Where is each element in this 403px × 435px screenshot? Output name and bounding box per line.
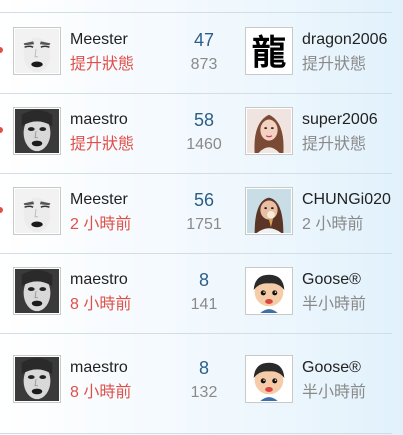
right-user-name[interactable]: CHUNGi020 — [302, 190, 391, 210]
face-dark-lips-avatar[interactable] — [13, 355, 61, 403]
face-dark-lips-avatar[interactable] — [13, 267, 61, 315]
thread-row: maestro 8 小時前 8 141 Goose® 半小時前 — [0, 253, 392, 334]
left-user-time: 8 小時前 — [70, 384, 132, 401]
left-user-name[interactable]: maestro — [70, 270, 128, 290]
left-user-name[interactable]: Meester — [70, 30, 128, 50]
left-user-name[interactable]: Meester — [70, 190, 128, 210]
reply-count: 8 — [198, 358, 209, 378]
left-user-name[interactable]: maestro — [70, 110, 128, 130]
right-user-time: 半小時前 — [302, 296, 367, 313]
right-user-name[interactable]: Goose® — [302, 358, 361, 378]
view-count: 1751 — [186, 216, 222, 233]
woman-photo-avatar[interactable] — [245, 107, 293, 155]
right-user-name[interactable]: dragon2006 — [302, 30, 387, 50]
row-marker — [0, 47, 3, 53]
view-count: 141 — [190, 296, 218, 313]
thread-row: maestro 提升狀態 58 1460 super2006 提升狀態 — [0, 93, 392, 174]
right-user-time: 2 小時前 — [302, 216, 364, 233]
left-user-time: 提升狀態 — [70, 136, 135, 153]
right-user-time: 提升狀態 — [302, 56, 367, 73]
dragon-character-avatar[interactable]: 龍 — [245, 27, 293, 75]
face-dark-lips-avatar[interactable] — [13, 107, 61, 155]
left-user-time: 提升狀態 — [70, 56, 135, 73]
person-icecream-avatar[interactable] — [245, 187, 293, 235]
right-user-time: 提升狀態 — [302, 136, 367, 153]
left-user-time: 2 小時前 — [70, 216, 132, 233]
right-user-time: 半小時前 — [302, 384, 367, 401]
view-count: 132 — [190, 384, 218, 401]
cartoon-boy-avatar[interactable] — [245, 267, 293, 315]
reply-count: 56 — [193, 190, 215, 210]
thread-row: Meester 2 小時前 56 1751 CHUNGi020 2 小時前 — [0, 173, 392, 254]
right-user-name[interactable]: Goose® — [302, 270, 361, 290]
face-squint-avatar[interactable] — [13, 187, 61, 235]
face-squint-avatar[interactable] — [13, 27, 61, 75]
row-marker — [0, 207, 3, 213]
svg-text:龍: 龍 — [252, 33, 286, 73]
view-count: 873 — [190, 56, 218, 73]
left-user-time: 8 小時前 — [70, 296, 132, 313]
view-count: 1460 — [186, 136, 222, 153]
thread-row: Meester 提升狀態 47 873 龍 dragon2006 提升狀態 — [0, 13, 392, 94]
reply-count: 8 — [198, 270, 209, 290]
left-user-name[interactable]: maestro — [70, 358, 128, 378]
row-marker — [0, 127, 3, 133]
right-user-name[interactable]: super2006 — [302, 110, 378, 130]
thread-row: maestro 8 小時前 8 132 Goose® 半小時前 — [0, 333, 392, 434]
cartoon-boy-avatar[interactable] — [245, 355, 293, 403]
reply-count: 58 — [193, 110, 215, 130]
reply-count: 47 — [193, 30, 215, 50]
